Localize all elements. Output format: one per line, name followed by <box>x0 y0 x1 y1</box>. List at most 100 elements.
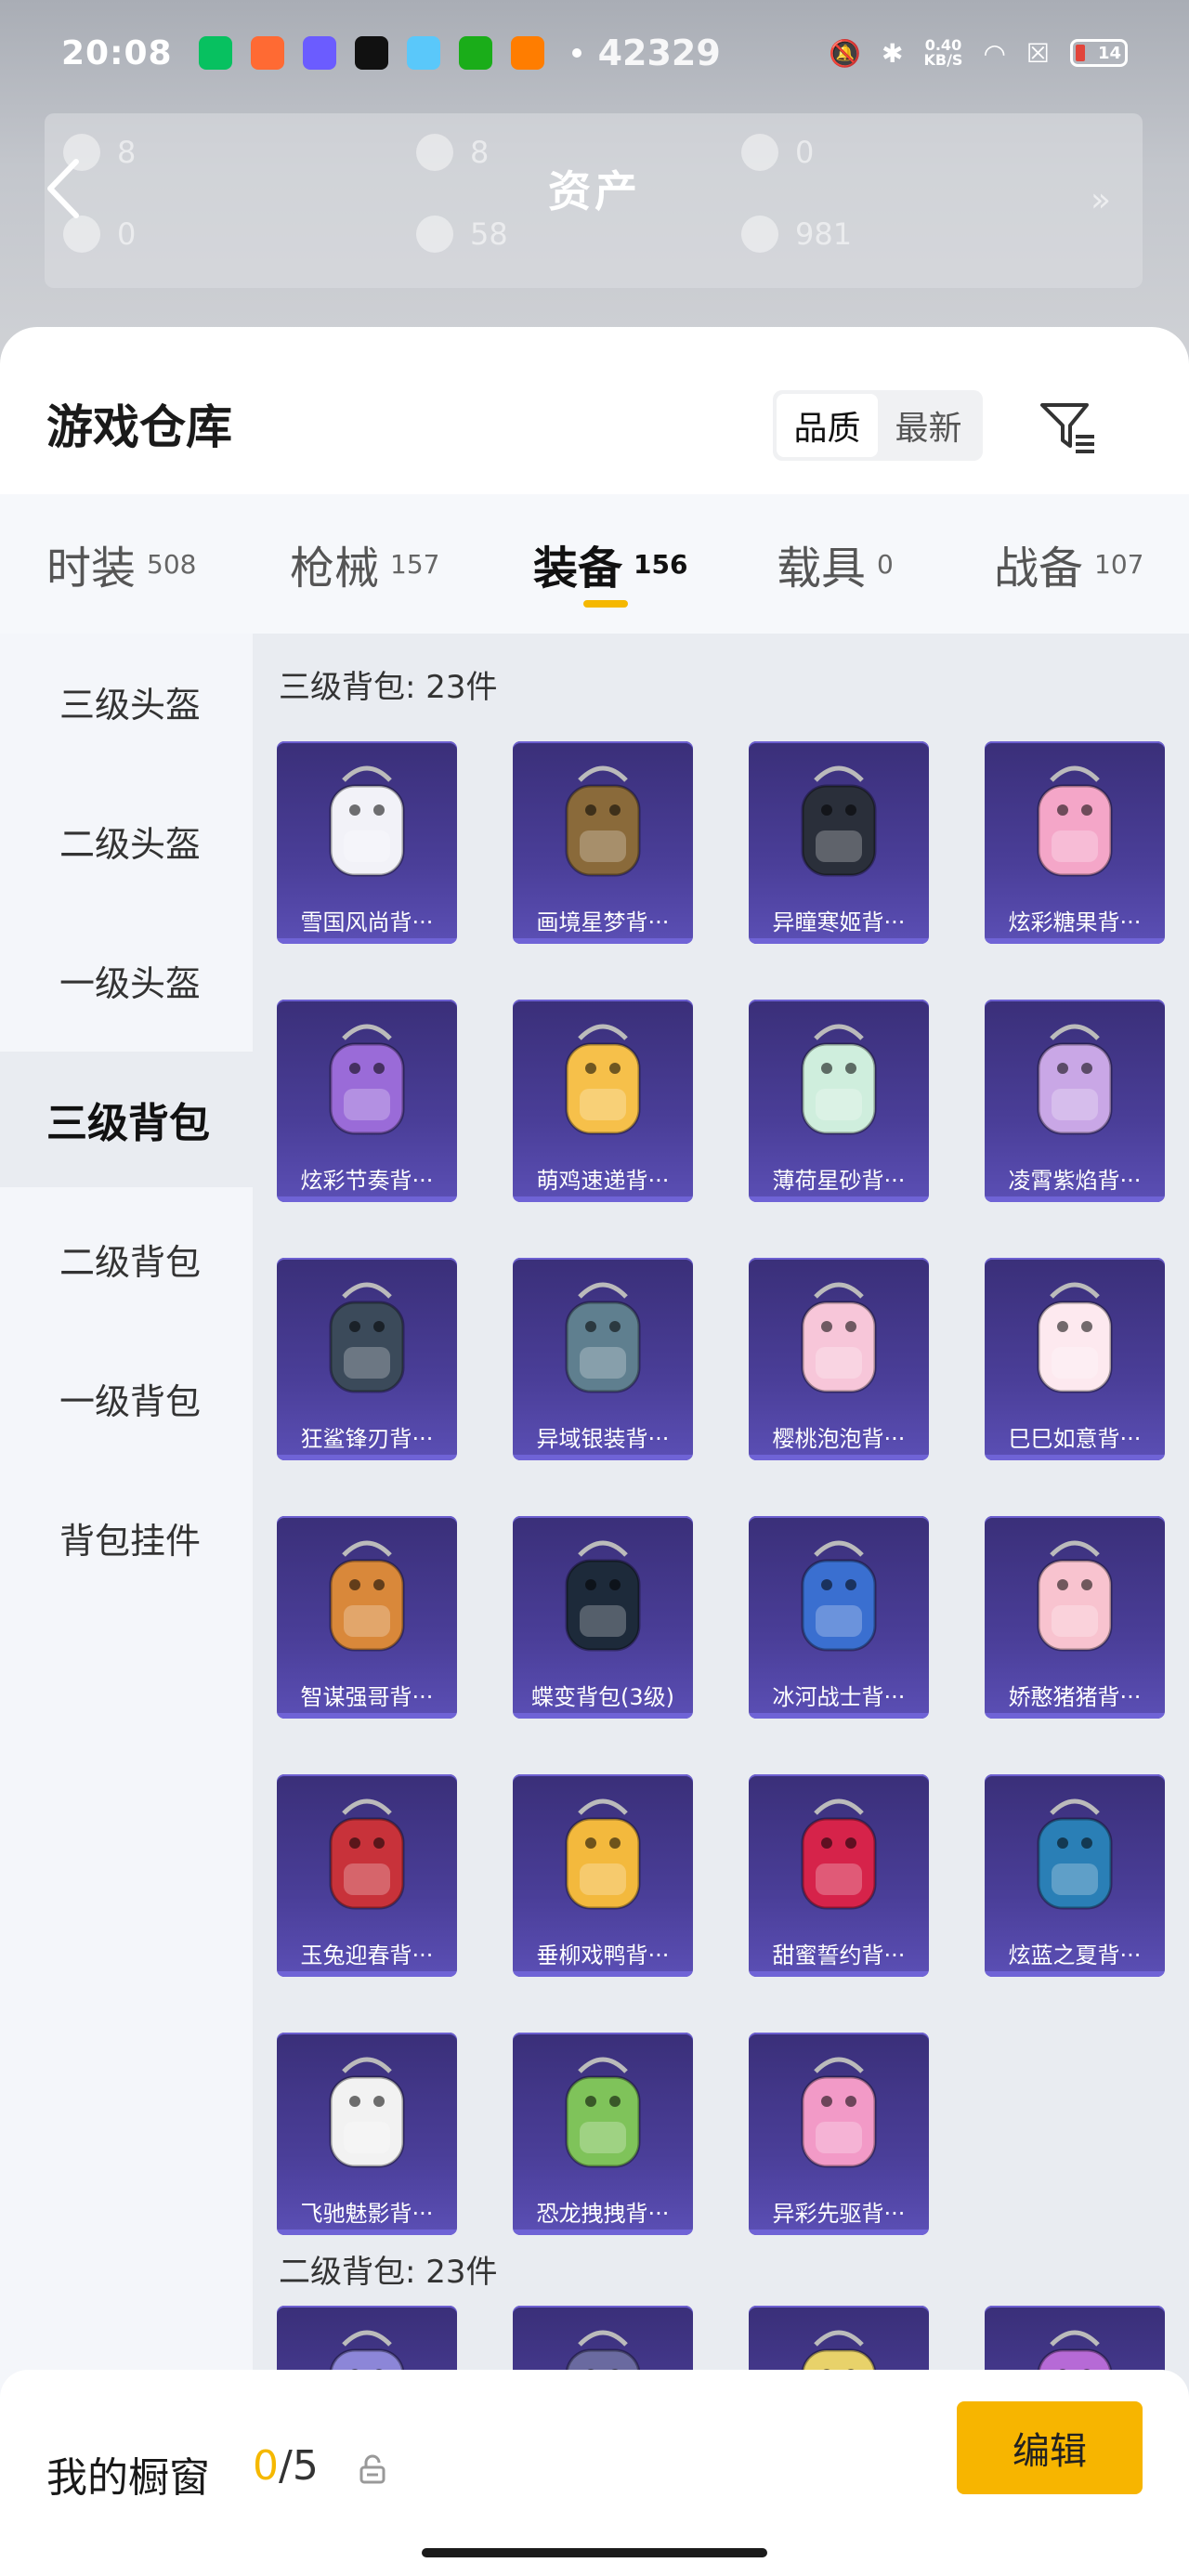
item-name: 炫蓝之夏背··· <box>1008 1942 1142 1968</box>
backpack-icon <box>565 1798 641 1910</box>
backpack-icon <box>565 1540 641 1652</box>
item-card[interactable]: 炫蓝之夏背··· <box>985 1774 1165 1977</box>
item-name: 萌鸡速递背··· <box>536 1168 670 1194</box>
backpack-icon <box>801 1540 877 1652</box>
item-name: 蝶变背包(3级) <box>531 1684 674 1710</box>
item-name: 飞驰魅影背··· <box>300 2201 434 2227</box>
sidebar-item-helmet-3[interactable]: 三级头盔 <box>0 634 253 769</box>
warehouse-sheet: 游戏仓库 品质 最新 时装 508 枪械 157 装备 156 载具 0 战备 … <box>0 327 1189 2576</box>
showcase-label: 我的橱窗 <box>46 2454 210 2502</box>
notification-app-icon <box>458 36 492 70</box>
item-card[interactable]: 樱桃泡泡背··· <box>749 1258 929 1460</box>
notification-app-icon <box>198 36 232 70</box>
backpack-icon <box>565 1024 641 1135</box>
sort-option-newest[interactable]: 最新 <box>878 394 979 457</box>
item-card[interactable]: 凌霄紫焰背··· <box>985 1000 1165 1202</box>
status-right: 🔕 ✱ 0.40 KB/S ◠ ☒ 14 <box>829 38 1128 69</box>
showcase-bar: 我的橱窗 0/5 编辑 <box>0 2370 1189 2576</box>
assets-title: 资产 <box>548 166 641 216</box>
backpack-icon <box>801 1282 877 1393</box>
item-card[interactable]: 甜蜜誓约背··· <box>749 1774 929 1977</box>
sidebar-item-backpack-3[interactable]: 三级背包 <box>0 1052 253 1187</box>
item-card[interactable]: 蝶变背包(3级) <box>513 1516 693 1719</box>
sidebar-item-backpack-2[interactable]: 二级背包 <box>0 1191 253 1327</box>
backpack-icon <box>1037 1540 1113 1652</box>
asset-cell: 58 <box>416 216 508 253</box>
item-card[interactable]: 异域银装背··· <box>513 1258 693 1460</box>
item-card[interactable]: 娇憨猪猪背··· <box>985 1516 1165 1719</box>
item-card[interactable]: 炫彩节奏背··· <box>277 1000 457 1202</box>
home-indicator <box>422 2548 767 2557</box>
category-tabs: 时装 508 枪械 157 装备 156 载具 0 战备 107 <box>0 494 1189 634</box>
item-name: 异瞳寒姬背··· <box>772 909 906 935</box>
coin-icon <box>741 216 778 253</box>
backpack-icon <box>1037 1024 1113 1135</box>
active-tab-indicator <box>583 600 628 608</box>
backpack-icon <box>801 2057 877 2168</box>
bluetooth-icon: ✱ <box>882 37 904 69</box>
edit-button[interactable]: 编辑 <box>957 2401 1143 2494</box>
item-card[interactable]: 巳巳如意背··· <box>985 1258 1165 1460</box>
item-card[interactable]: 异彩先驱背··· <box>749 2033 929 2235</box>
item-card[interactable]: 薄荷星砂背··· <box>749 1000 929 1202</box>
tab-gear[interactable]: 战备 107 <box>994 494 1143 634</box>
item-card[interactable]: 萌鸡速递背··· <box>513 1000 693 1202</box>
item-card[interactable]: 画境星梦背··· <box>513 741 693 944</box>
item-name: 冰河战士背··· <box>772 1684 906 1710</box>
sidebar-item-helmet-2[interactable]: 二级头盔 <box>0 773 253 909</box>
tab-vehicles[interactable]: 载具 0 <box>777 494 894 634</box>
notification-app-icon <box>250 36 284 70</box>
section-title: 二级背包: 23件 <box>279 2254 498 2291</box>
sidebar-item-helmet-1[interactable]: 一级头盔 <box>0 912 253 1048</box>
item-card[interactable]: 垂柳戏鸭背··· <box>513 1774 693 1977</box>
item-card[interactable]: 恐龙拽拽背··· <box>513 2033 693 2235</box>
tab-fashion[interactable]: 时装 508 <box>46 494 196 634</box>
backpack-icon <box>801 765 877 877</box>
item-name: 薄荷星砂背··· <box>772 1168 906 1194</box>
filter-icon[interactable] <box>1037 396 1098 457</box>
item-card[interactable]: 炫彩糖果背··· <box>985 741 1165 944</box>
separator-dot <box>571 48 581 58</box>
sort-toggle: 品质 最新 <box>773 390 983 461</box>
sort-option-quality[interactable]: 品质 <box>777 394 878 457</box>
backpack-icon <box>801 1798 877 1910</box>
subcategory-sidebar: 三级头盔 二级头盔 一级头盔 三级背包 二级背包 一级背包 背包挂件 <box>0 634 253 2576</box>
sidebar-item-backpack-charm[interactable]: 背包挂件 <box>0 1470 253 1605</box>
coin-icon <box>416 216 453 253</box>
item-card[interactable]: 飞驰魅影背··· <box>277 2033 457 2235</box>
lock-icon <box>359 2454 385 2484</box>
backpack-icon <box>1037 765 1113 877</box>
item-card[interactable]: 智谋强哥背··· <box>277 1516 457 1719</box>
backpack-icon <box>329 1282 405 1393</box>
item-name: 狂鲨锋刃背··· <box>300 1426 434 1452</box>
showcase-count: 0/5 <box>253 2442 319 2490</box>
tab-guns[interactable]: 枪械 157 <box>290 494 439 634</box>
item-card[interactable]: 雪国风尚背··· <box>277 741 457 944</box>
item-card[interactable]: 冰河战士背··· <box>749 1516 929 1719</box>
backpack-icon <box>329 1024 405 1135</box>
item-name: 异彩先驱背··· <box>772 2201 906 2227</box>
backpack-icon <box>565 1282 641 1393</box>
status-bar: 20:08 42329 🔕 ✱ 0.40 KB/S ◠ ☒ 14 <box>0 19 1189 87</box>
backpack-icon <box>329 1798 405 1910</box>
battery-icon: 14 <box>1070 39 1128 67</box>
section-title: 三级背包: 23件 <box>279 669 498 706</box>
item-name: 娇憨猪猪背··· <box>1008 1684 1142 1710</box>
net-speed: 0.40 KB/S <box>923 36 963 69</box>
item-name: 智谋强哥背··· <box>300 1684 434 1710</box>
tab-equipment[interactable]: 装备 156 <box>533 494 687 634</box>
item-card[interactable]: 狂鲨锋刃背··· <box>277 1258 457 1460</box>
notification-app-icon <box>510 36 544 70</box>
backpack-icon <box>1037 1282 1113 1393</box>
backpack-icon <box>329 2057 405 2168</box>
asset-cell: 0 <box>63 216 136 253</box>
chevron-right-icon[interactable]: » <box>1091 181 1111 219</box>
sidebar-item-backpack-1[interactable]: 一级背包 <box>0 1330 253 1466</box>
wifi-icon: ◠ <box>983 37 1006 69</box>
backpack-icon <box>1037 1798 1113 1910</box>
item-card[interactable]: 异瞳寒姬背··· <box>749 741 929 944</box>
item-grid-area: 三级背包: 23件 雪国风尚背··· 画境星梦背··· 异瞳寒姬背··· 炫彩糖果背·… <box>253 634 1189 2576</box>
item-card[interactable]: 玉兔迎春背··· <box>277 1774 457 1977</box>
notification-app-icon <box>406 36 440 70</box>
item-name: 画境星梦背··· <box>536 909 670 935</box>
